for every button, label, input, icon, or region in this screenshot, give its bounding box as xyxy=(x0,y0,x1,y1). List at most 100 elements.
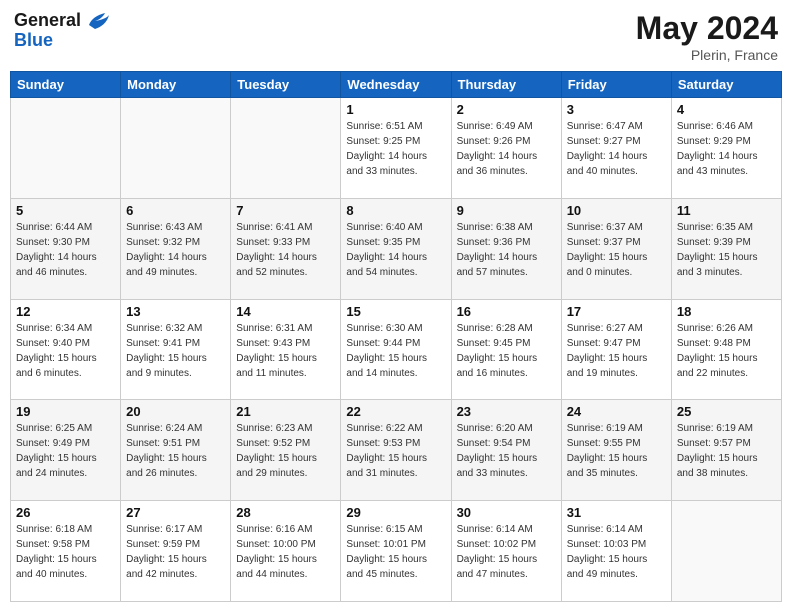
logo-text: General xyxy=(14,10,109,32)
day-info: Sunrise: 6:34 AMSunset: 9:40 PMDaylight:… xyxy=(16,321,115,381)
daylight-text: Daylight: 15 hours and 0 minutes. xyxy=(567,250,666,280)
month-year: May 2024 xyxy=(636,10,778,47)
sunrise-text: Sunrise: 6:47 AM xyxy=(567,119,666,134)
day-header-monday: Monday xyxy=(121,72,231,98)
daylight-text: Daylight: 15 hours and 47 minutes. xyxy=(457,552,556,582)
day-number: 13 xyxy=(126,304,225,319)
sunrise-text: Sunrise: 6:41 AM xyxy=(236,220,335,235)
day-number: 31 xyxy=(567,505,666,520)
calendar-cell xyxy=(231,98,341,199)
daylight-text: Daylight: 15 hours and 33 minutes. xyxy=(457,451,556,481)
sunset-text: Sunset: 9:41 PM xyxy=(126,336,225,351)
week-row-3: 12 Sunrise: 6:34 AMSunset: 9:40 PMDayligh… xyxy=(11,299,782,400)
sunset-text: Sunset: 9:59 PM xyxy=(126,537,225,552)
calendar-cell: 23Sunrise: 6:20 AMSunset: 9:54 PMDayligh… xyxy=(451,400,561,501)
logo-blue-text: Blue xyxy=(14,30,109,51)
daylight-text: Daylight: 14 hours and 36 minutes. xyxy=(457,149,556,179)
week-row-1: 1Sunrise: 6:51 AMSunset: 9:25 PMDaylight… xyxy=(11,98,782,199)
day-number: 30 xyxy=(457,505,556,520)
daylight-text: Daylight: 14 hours and 54 minutes. xyxy=(346,250,445,280)
sunrise-text: Sunrise: 6:40 AM xyxy=(346,220,445,235)
daylight-text: Daylight: 15 hours and 45 minutes. xyxy=(346,552,445,582)
calendar-cell: 6Sunrise: 6:43 AMSunset: 9:32 PMDaylight… xyxy=(121,198,231,299)
day-number: 8 xyxy=(346,203,445,218)
day-number: 7 xyxy=(236,203,335,218)
sunrise-text: Sunrise: 6:14 AM xyxy=(567,522,666,537)
day-number: 25 xyxy=(677,404,776,419)
sunrise-text: Sunrise: 6:51 AM xyxy=(346,119,445,134)
day-number: 10 xyxy=(567,203,666,218)
daylight-text: Daylight: 14 hours and 40 minutes. xyxy=(567,149,666,179)
calendar-cell: 16Sunrise: 6:28 AMSunset: 9:45 PMDayligh… xyxy=(451,299,561,400)
calendar-cell: 18Sunrise: 6:26 AMSunset: 9:48 PMDayligh… xyxy=(671,299,781,400)
day-number: 6 xyxy=(126,203,225,218)
calendar-cell: 8 Sunrise: 6:40 AMSunset: 9:35 PMDaylight… xyxy=(341,198,451,299)
calendar-cell xyxy=(11,98,121,199)
calendar-cell: 19Sunrise: 6:25 AMSunset: 9:49 PMDayligh… xyxy=(11,400,121,501)
sunrise-text: Sunrise: 6:19 AM xyxy=(677,421,776,436)
sunset-text: Sunset: 9:35 PM xyxy=(346,235,445,250)
day-info: Sunrise: 6:27 AMSunset: 9:47 PMDaylight:… xyxy=(567,321,666,381)
sunrise-text: Sunrise: 6:25 AM xyxy=(16,421,115,436)
sunset-text: Sunset: 9:27 PM xyxy=(567,134,666,149)
day-info: Sunrise: 6:41 AMSunset: 9:33 PMDaylight:… xyxy=(236,220,335,280)
sunset-text: Sunset: 9:30 PM xyxy=(16,235,115,250)
day-number: 12 xyxy=(16,304,115,319)
sunset-text: Sunset: 9:43 PM xyxy=(236,336,335,351)
sunrise-text: Sunrise: 6:44 AM xyxy=(16,220,115,235)
calendar-cell: 1Sunrise: 6:51 AMSunset: 9:25 PMDaylight… xyxy=(341,98,451,199)
day-info: Sunrise: 6:31 AMSunset: 9:43 PMDaylight:… xyxy=(236,321,335,381)
day-info: Sunrise: 6:40 AMSunset: 9:35 PMDaylight:… xyxy=(346,220,445,280)
day-info: Sunrise: 6:37 AMSunset: 9:37 PMDaylight:… xyxy=(567,220,666,280)
sunset-text: Sunset: 9:52 PM xyxy=(236,436,335,451)
day-info: Sunrise: 6:22 AMSunset: 9:53 PMDaylight:… xyxy=(346,421,445,481)
calendar-cell: 27Sunrise: 6:17 AMSunset: 9:59 PMDayligh… xyxy=(121,501,231,602)
day-info: Sunrise: 6:44 AMSunset: 9:30 PMDaylight:… xyxy=(16,220,115,280)
sunset-text: Sunset: 9:51 PM xyxy=(126,436,225,451)
sunset-text: Sunset: 9:47 PM xyxy=(567,336,666,351)
day-info: Sunrise: 6:19 AMSunset: 9:57 PMDaylight:… xyxy=(677,421,776,481)
sunrise-text: Sunrise: 6:27 AM xyxy=(567,321,666,336)
sunset-text: Sunset: 9:36 PM xyxy=(457,235,556,250)
day-info: Sunrise: 6:20 AMSunset: 9:54 PMDaylight:… xyxy=(457,421,556,481)
day-info: Sunrise: 6:24 AMSunset: 9:51 PMDaylight:… xyxy=(126,421,225,481)
calendar-cell: 2Sunrise: 6:49 AMSunset: 9:26 PMDaylight… xyxy=(451,98,561,199)
day-info: Sunrise: 6:14 AMSunset: 10:02 PMDaylight… xyxy=(457,522,556,582)
sunrise-text: Sunrise: 6:31 AM xyxy=(236,321,335,336)
sunrise-text: Sunrise: 6:46 AM xyxy=(677,119,776,134)
daylight-text: Daylight: 15 hours and 38 minutes. xyxy=(677,451,776,481)
day-header-thursday: Thursday xyxy=(451,72,561,98)
day-number: 18 xyxy=(677,304,776,319)
day-number: 17 xyxy=(567,304,666,319)
daylight-text: Daylight: 15 hours and 16 minutes. xyxy=(457,351,556,381)
day-info: Sunrise: 6:25 AMSunset: 9:49 PMDaylight:… xyxy=(16,421,115,481)
day-info: Sunrise: 6:28 AMSunset: 9:45 PMDaylight:… xyxy=(457,321,556,381)
day-info: Sunrise: 6:49 AMSunset: 9:26 PMDaylight:… xyxy=(457,119,556,179)
day-info: Sunrise: 6:46 AMSunset: 9:29 PMDaylight:… xyxy=(677,119,776,179)
day-info: Sunrise: 6:30 AMSunset: 9:44 PMDaylight:… xyxy=(346,321,445,381)
sunrise-text: Sunrise: 6:22 AM xyxy=(346,421,445,436)
day-number: 9 xyxy=(457,203,556,218)
daylight-text: Daylight: 15 hours and 11 minutes. xyxy=(236,351,335,381)
daylight-text: Daylight: 15 hours and 22 minutes. xyxy=(677,351,776,381)
sunset-text: Sunset: 10:01 PM xyxy=(346,537,445,552)
day-info: Sunrise: 6:32 AMSunset: 9:41 PMDaylight:… xyxy=(126,321,225,381)
calendar-cell: 21Sunrise: 6:23 AMSunset: 9:52 PMDayligh… xyxy=(231,400,341,501)
week-row-5: 26Sunrise: 6:18 AMSunset: 9:58 PMDayligh… xyxy=(11,501,782,602)
day-number: 20 xyxy=(126,404,225,419)
day-header-wednesday: Wednesday xyxy=(341,72,451,98)
daylight-text: Daylight: 15 hours and 6 minutes. xyxy=(16,351,115,381)
sunrise-text: Sunrise: 6:24 AM xyxy=(126,421,225,436)
calendar-cell xyxy=(121,98,231,199)
daylight-text: Daylight: 15 hours and 29 minutes. xyxy=(236,451,335,481)
calendar-cell: 28Sunrise: 6:16 AMSunset: 10:00 PMDaylig… xyxy=(231,501,341,602)
sunrise-text: Sunrise: 6:30 AM xyxy=(346,321,445,336)
day-number: 26 xyxy=(16,505,115,520)
day-info: Sunrise: 6:16 AMSunset: 10:00 PMDaylight… xyxy=(236,522,335,582)
daylight-text: Daylight: 14 hours and 49 minutes. xyxy=(126,250,225,280)
calendar-cell: 15Sunrise: 6:30 AMSunset: 9:44 PMDayligh… xyxy=(341,299,451,400)
logo: General Blue xyxy=(14,10,109,51)
day-info: Sunrise: 6:19 AMSunset: 9:55 PMDaylight:… xyxy=(567,421,666,481)
daylight-text: Daylight: 15 hours and 40 minutes. xyxy=(16,552,115,582)
day-header-tuesday: Tuesday xyxy=(231,72,341,98)
